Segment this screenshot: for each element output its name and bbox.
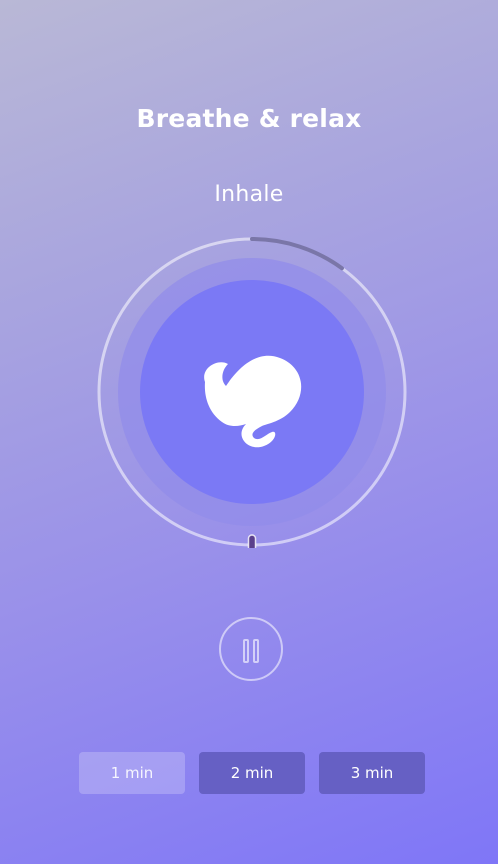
duration-3-min-button[interactable]: 3 min [319, 752, 425, 794]
page-title: Breathe & relax [136, 104, 362, 133]
breathing-circle [96, 236, 408, 548]
breathing-circle-graphic [97, 237, 407, 548]
duration-1-min-button[interactable]: 1 min [79, 752, 185, 794]
pause-icon-bar [253, 639, 259, 663]
breathe-screen: Breathe & relax Inhale 1 min 2 min 3 min [0, 0, 498, 864]
duration-selector: 1 min 2 min 3 min [79, 752, 425, 794]
pause-button[interactable] [219, 617, 283, 681]
breath-phase-label: Inhale [214, 182, 284, 207]
pause-icon [243, 639, 249, 663]
duration-2-min-button[interactable]: 2 min [199, 752, 305, 794]
breath-position-indicator [247, 534, 257, 548]
